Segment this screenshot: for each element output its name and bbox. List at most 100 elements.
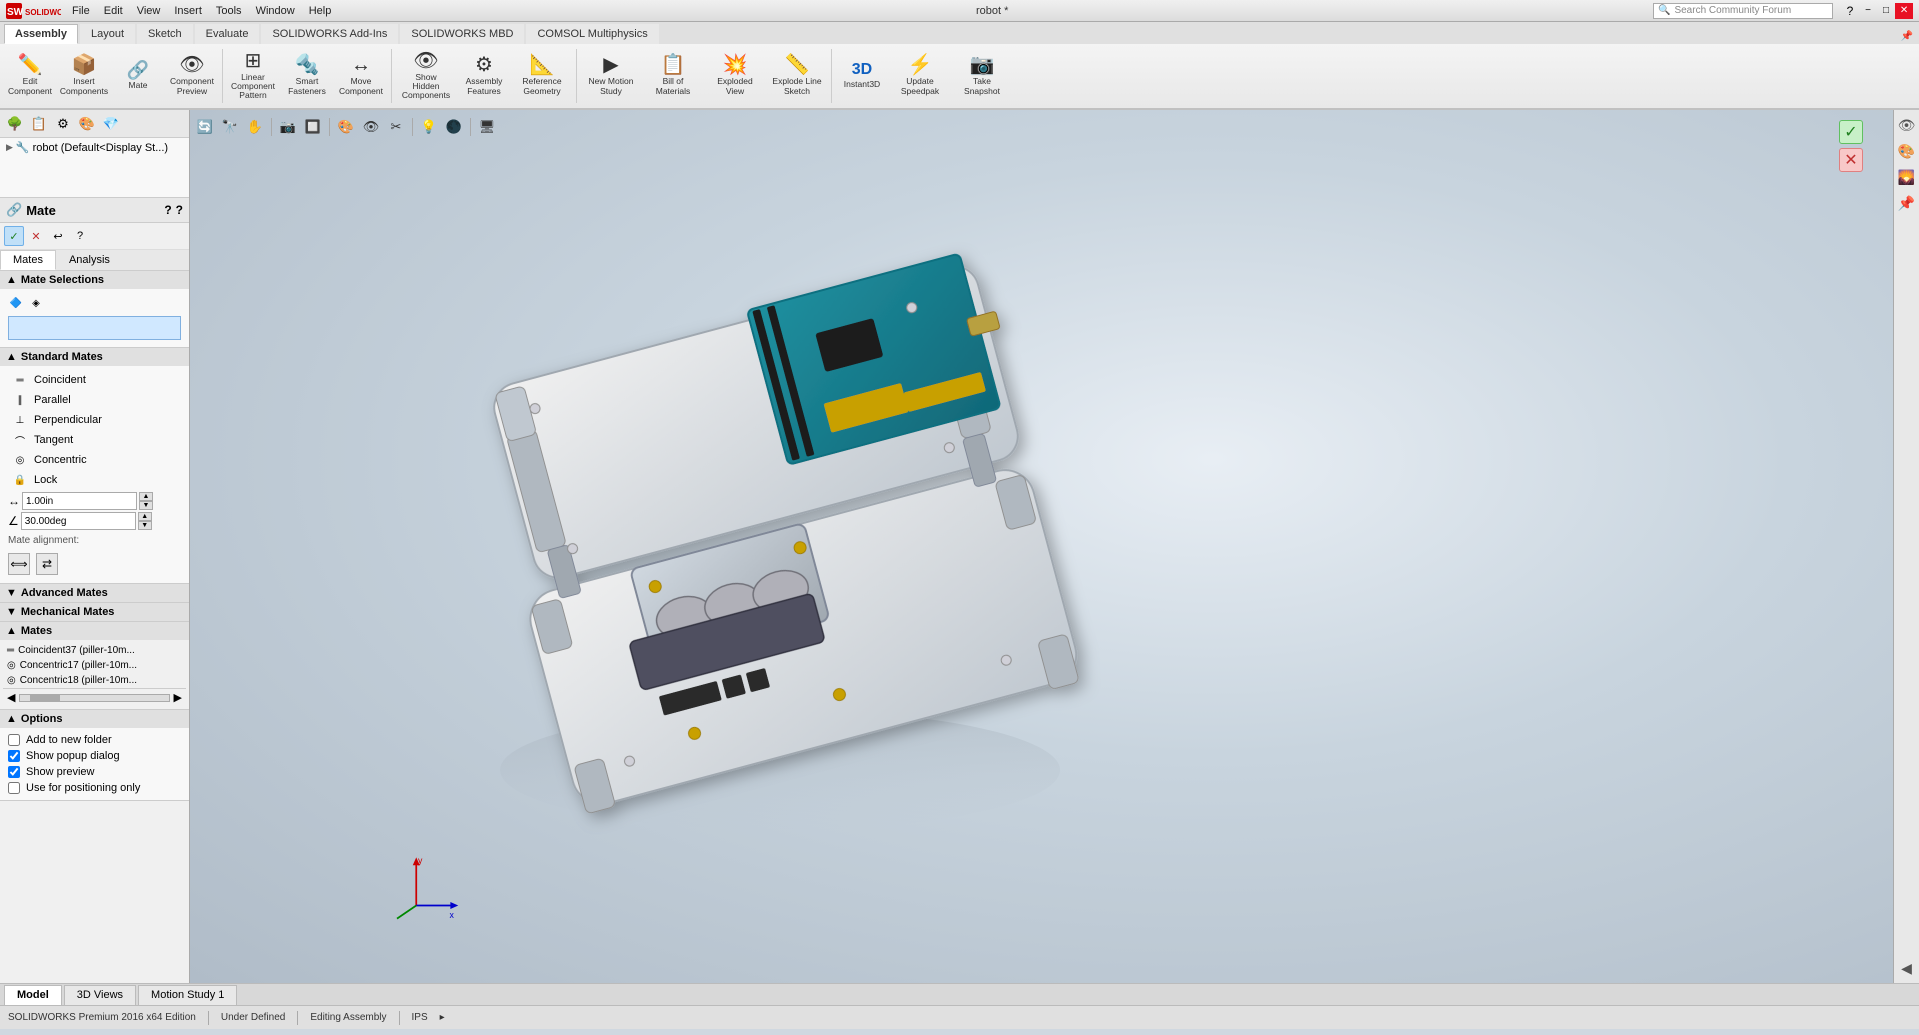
standard-mates-header[interactable]: ▲ Standard Mates [0, 348, 189, 366]
mate-concentric[interactable]: ◎ Concentric [8, 450, 181, 470]
display-btn[interactable]: 🎨 [76, 113, 98, 135]
vp-zoom-btn[interactable]: 🔭 [219, 116, 241, 138]
tab-sketch[interactable]: Sketch [137, 24, 193, 44]
vp-pan-btn[interactable]: ✋ [244, 116, 266, 138]
mechanical-mates-header[interactable]: ▼ Mechanical Mates [0, 603, 189, 621]
ok-button[interactable]: ✓ [1839, 120, 1863, 144]
scrollbar-thumb[interactable] [30, 695, 60, 701]
tab-layout[interactable]: Layout [80, 24, 135, 44]
mate-perpendicular[interactable]: ⊥ Perpendicular [8, 410, 181, 430]
vp-monitor-btn[interactable]: 🖥 [476, 116, 498, 138]
distance-field[interactable]: 1.00in [22, 492, 137, 510]
tab-comsol[interactable]: COMSOL Multiphysics [526, 24, 658, 44]
instant3d-btn[interactable]: 3D Instant3D [836, 49, 888, 103]
component-preview-btn[interactable]: 👁 Component Preview [166, 49, 218, 103]
insert-components-btn[interactable]: 📦 Insert Components [58, 49, 110, 103]
menu-view[interactable]: View [137, 5, 161, 17]
option-show-preview-check[interactable] [8, 766, 20, 778]
tab-mbd[interactable]: SOLIDWORKS MBD [400, 24, 524, 44]
mate-tab-analysis[interactable]: Analysis [56, 250, 123, 270]
cancel-button[interactable]: ✕ [1839, 148, 1863, 172]
tab-motion-study[interactable]: Motion Study 1 [138, 985, 237, 1005]
advanced-mates-header[interactable]: ▼ Advanced Mates [0, 584, 189, 602]
mate-selections-header[interactable]: ▲ Mate Selections [0, 271, 189, 289]
vp-rotate-btn[interactable]: 🔄 [194, 116, 216, 138]
option-show-popup-check[interactable] [8, 750, 20, 762]
mate-selection-box[interactable] [8, 316, 181, 340]
mate-cancel-btn[interactable]: ✕ [26, 226, 46, 246]
edit-component-btn[interactable]: ✏️ Edit Component [4, 49, 56, 103]
minimize-btn[interactable]: − [1859, 3, 1877, 19]
scroll-right[interactable]: ▶ [174, 691, 182, 704]
config-btn[interactable]: ⚙ [52, 113, 74, 135]
menu-help[interactable]: Help [309, 5, 332, 17]
scroll-left[interactable]: ◀ [7, 691, 15, 704]
mate-help-btn[interactable]: ? [164, 203, 171, 217]
new-motion-btn[interactable]: ▶ New Motion Study [581, 49, 641, 103]
list-item[interactable]: ═ Coincident37 (piller-10m... [3, 643, 186, 658]
menu-edit[interactable]: Edit [104, 5, 123, 17]
mate-lock[interactable]: 🔒 Lock [8, 470, 181, 490]
menu-tools[interactable]: Tools [216, 5, 242, 17]
vp-shadows-btn[interactable]: 🌑 [443, 116, 465, 138]
tab-3dviews[interactable]: 3D Views [64, 985, 136, 1005]
mate-confirm-btn[interactable]: ✓ [4, 226, 24, 246]
mate-options-btn[interactable]: ? [176, 203, 183, 217]
maximize-btn[interactable]: □ [1877, 3, 1895, 19]
snapshot-btn[interactable]: 📷 Take Snapshot [952, 49, 1012, 103]
vp-view-select-btn[interactable]: 📷 [277, 116, 299, 138]
menu-insert[interactable]: Insert [174, 5, 202, 17]
align-btn-2[interactable]: ⇄ [36, 553, 58, 575]
vp-display-style-btn[interactable]: 🎨 [335, 116, 357, 138]
assembly-features-btn[interactable]: ⚙ Assembly Features [458, 49, 510, 103]
mates-list-header[interactable]: ▲ Mates [0, 622, 189, 640]
tab-addins[interactable]: SOLIDWORKS Add-Ins [261, 24, 398, 44]
help-btn[interactable]: ? [1841, 3, 1859, 19]
right-view-btn-2[interactable]: 🎨 [1896, 140, 1918, 162]
distance-up[interactable]: ▲ [139, 492, 153, 501]
explode-line-btn[interactable]: 📏 Explode Line Sketch [767, 49, 827, 103]
robot-3d-view[interactable] [340, 140, 1240, 840]
tree-item-robot[interactable]: ▶ 🔧 robot (Default<Display St...) [6, 140, 183, 155]
featuretree-btn[interactable]: 🌳 [4, 113, 26, 135]
list-item[interactable]: ◎ Concentric17 (piller-10m... [3, 658, 186, 673]
property-btn[interactable]: 📋 [28, 113, 50, 135]
right-view-btn-3[interactable]: 🌄 [1896, 166, 1918, 188]
right-collapse-btn[interactable]: ◀ [1896, 957, 1918, 979]
align-btn-1[interactable]: ⟺ [8, 553, 30, 575]
exploded-view-btn[interactable]: 💥 Exploded View [705, 49, 765, 103]
right-view-btn-4[interactable]: 📌 [1896, 192, 1918, 214]
edge-select-icon[interactable]: ◈ [28, 295, 44, 311]
search-bar[interactable]: 🔍 Search Community Forum [1653, 3, 1833, 19]
viewport[interactable]: 🔄 🔭 ✋ 📷 🔲 🎨 👁 ✂ 💡 🌑 🖥 [190, 110, 1893, 983]
menu-window[interactable]: Window [256, 5, 295, 17]
tab-evaluate[interactable]: Evaluate [195, 24, 260, 44]
smart-fasteners-btn[interactable]: 🔩 Smart Fasteners [281, 49, 333, 103]
move-component-btn[interactable]: ↔ Move Component [335, 49, 387, 103]
ribbon-pin[interactable]: 📌 [1895, 29, 1919, 44]
bill-of-materials-btn[interactable]: 📋 Bill of Materials [643, 49, 703, 103]
close-btn[interactable]: ✕ [1895, 3, 1913, 19]
mate-help2-btn[interactable]: ? [70, 226, 90, 246]
mate-coincident[interactable]: ═ Coincident [8, 370, 181, 390]
reference-geometry-btn[interactable]: 📐 Reference Geometry [512, 49, 572, 103]
mate-tangent[interactable]: ⌒ Tangent [8, 430, 181, 450]
angle-down[interactable]: ▼ [138, 521, 152, 530]
tab-model[interactable]: Model [4, 985, 62, 1005]
mate-rebuild-btn[interactable]: ↩ [48, 226, 68, 246]
vp-realview-btn[interactable]: 💡 [418, 116, 440, 138]
linear-pattern-btn[interactable]: ⊞ Linear Component Pattern [227, 49, 279, 103]
list-item[interactable]: ◎ Concentric18 (piller-10m... [3, 673, 186, 688]
scrollbar-track[interactable] [19, 694, 169, 702]
mates-list-scrollbar[interactable]: ◀ ▶ [3, 688, 186, 706]
vp-view-orient-btn[interactable]: 🔲 [302, 116, 324, 138]
vp-hide-show-btn[interactable]: 👁 [360, 116, 382, 138]
update-speedpak-btn[interactable]: ⚡ Update Speedpak [890, 49, 950, 103]
distance-down[interactable]: ▼ [139, 501, 153, 510]
show-hidden-btn[interactable]: 👁 Show Hidden Components [396, 49, 456, 103]
menu-file[interactable]: File [72, 5, 90, 17]
appearance-btn[interactable]: 💎 [100, 113, 122, 135]
tab-assembly[interactable]: Assembly [4, 24, 78, 44]
mate-parallel[interactable]: ∥ Parallel [8, 390, 181, 410]
face-select-icon[interactable]: 🔷 [8, 295, 24, 311]
